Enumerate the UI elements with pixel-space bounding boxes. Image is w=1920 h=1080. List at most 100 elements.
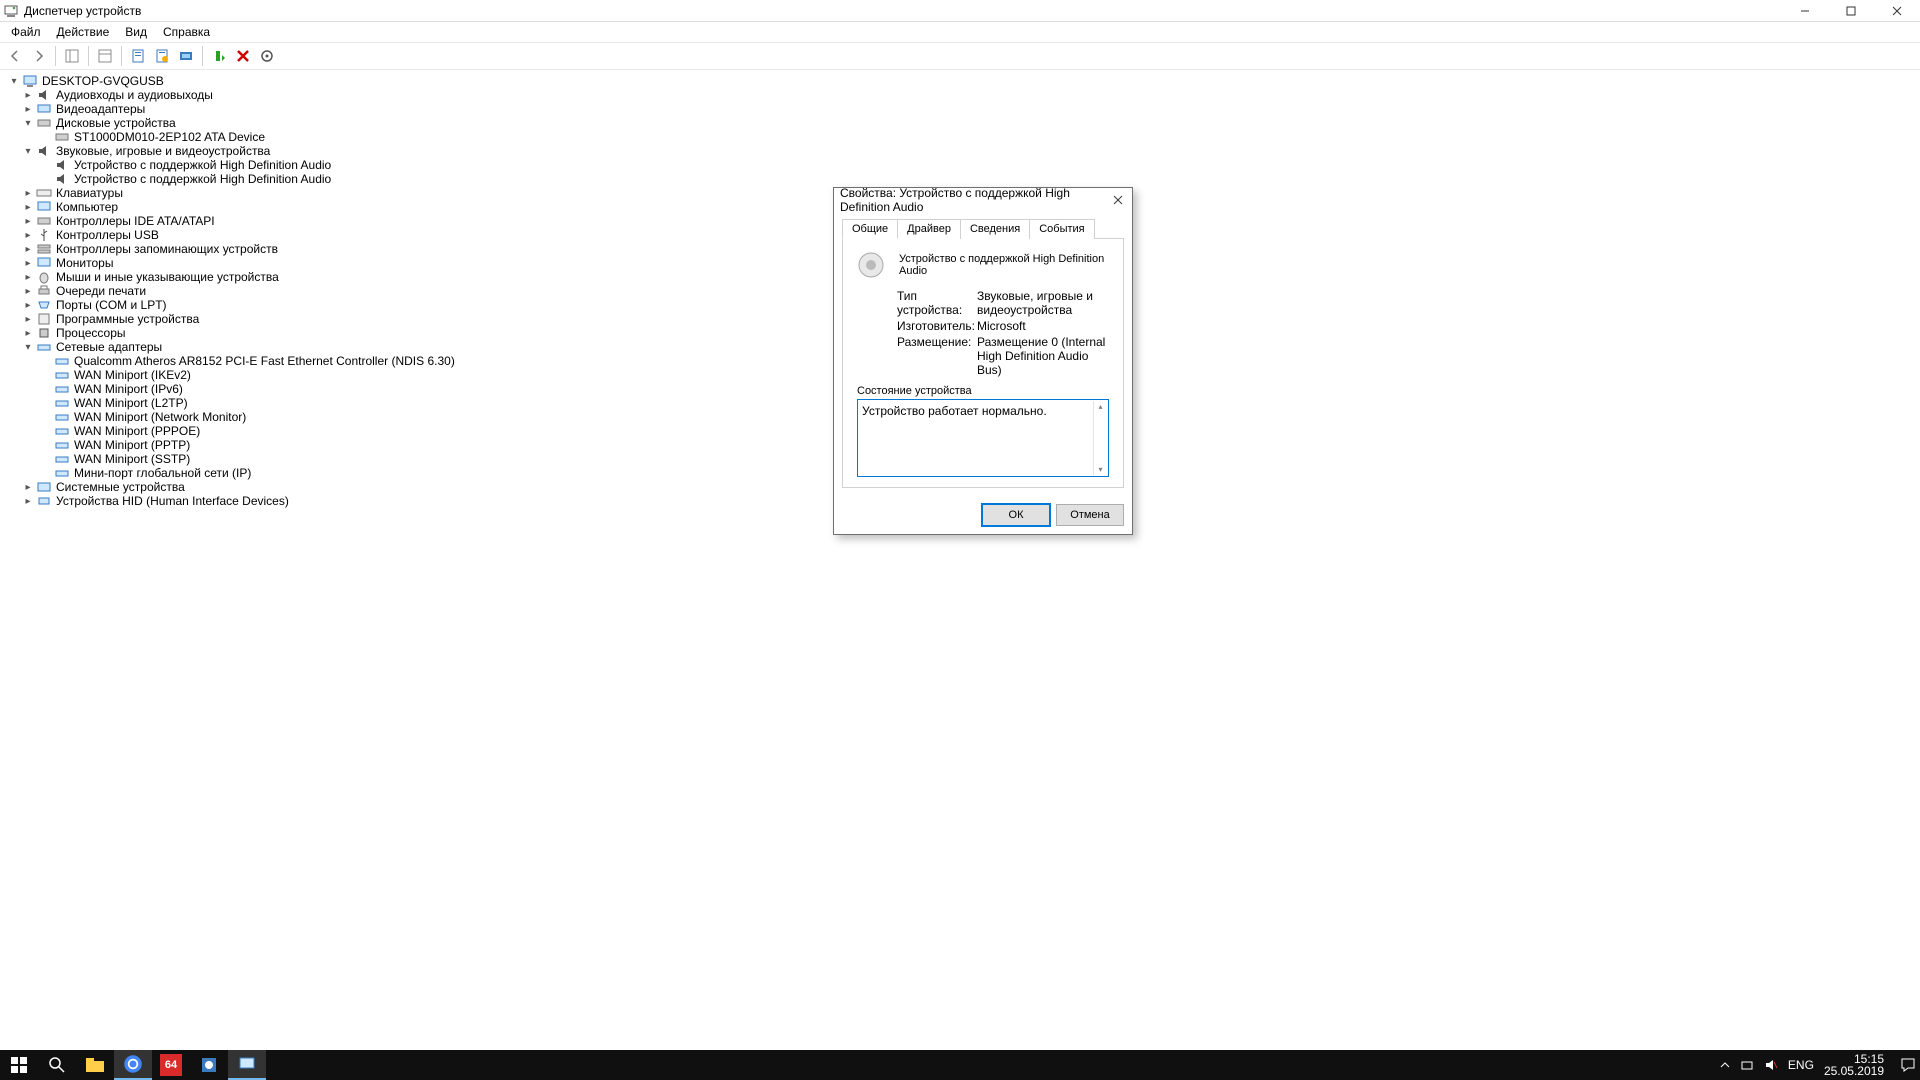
uninstall-device-button[interactable]: [232, 45, 254, 67]
tree-label: Дисковые устройства: [56, 116, 176, 130]
dialog-close-button[interactable]: [1109, 190, 1126, 210]
menu-action[interactable]: Действие: [50, 24, 117, 40]
tray-chevron-icon[interactable]: [1720, 1060, 1730, 1070]
task-explorer[interactable]: [76, 1050, 114, 1080]
close-button[interactable]: [1874, 0, 1920, 22]
tree-label: Программные устройства: [56, 312, 199, 326]
tree-label: Мониторы: [56, 256, 113, 270]
clock[interactable]: 15:15 25.05.2019: [1824, 1053, 1890, 1077]
show-hide-tree-button[interactable]: [61, 45, 83, 67]
chevron-right-icon[interactable]: [22, 257, 34, 269]
status-group-label: Состояние устройства: [857, 385, 1109, 397]
chevron-down-icon[interactable]: [22, 117, 34, 129]
taskbar[interactable]: 64 ENG 15:15 25.05.2019: [0, 1050, 1920, 1080]
window-titlebar: Диспетчер устройств: [0, 0, 1920, 22]
tree-label: Системные устройства: [56, 480, 185, 494]
task-device-manager[interactable]: [228, 1050, 266, 1080]
tree-item-sound-1[interactable]: Устройство с поддержкой High Definition …: [4, 158, 1920, 172]
type-value: Звуковые, игровые и видеоустройства: [977, 289, 1109, 317]
cancel-button[interactable]: Отмена: [1056, 504, 1124, 526]
tree-item-disk[interactable]: ST1000DM010-2EP102 ATA Device: [4, 130, 1920, 144]
tree-label: WAN Miniport (SSTP): [74, 452, 190, 466]
scroll-up-icon[interactable]: ▴: [1098, 402, 1102, 411]
chevron-right-icon[interactable]: [22, 215, 34, 227]
forward-button[interactable]: [28, 45, 50, 67]
chevron-right-icon[interactable]: [22, 285, 34, 297]
tree-label: Клавиатуры: [56, 186, 123, 200]
tab-driver[interactable]: Драйвер: [897, 219, 961, 239]
tree-label: WAN Miniport (PPPOE): [74, 424, 200, 438]
tree-label: WAN Miniport (IKEv2): [74, 368, 191, 382]
tree-label: Устройства HID (Human Interface Devices): [56, 494, 289, 508]
start-button[interactable]: [0, 1050, 38, 1080]
tree-label: WAN Miniport (L2TP): [74, 396, 188, 410]
chevron-down-icon[interactable]: [22, 145, 34, 157]
tree-label: Очереди печати: [56, 284, 146, 298]
network-icon[interactable]: [1740, 1058, 1754, 1072]
toolbar-icon-1[interactable]: [94, 45, 116, 67]
speaker-icon: [857, 251, 885, 279]
tree-item-sound-2[interactable]: Устройство с поддержкой High Definition …: [4, 172, 1920, 186]
tree-label: Процессоры: [56, 326, 126, 340]
chevron-down-icon[interactable]: [22, 341, 34, 353]
update-driver-button[interactable]: [256, 45, 278, 67]
chevron-right-icon[interactable]: [22, 89, 34, 101]
hid-icon: [36, 493, 52, 509]
enable-device-button[interactable]: [208, 45, 230, 67]
chevron-right-icon[interactable]: [22, 243, 34, 255]
tab-details[interactable]: Сведения: [960, 219, 1030, 239]
tree-cat-video[interactable]: Видеоадаптеры: [4, 102, 1920, 116]
minimize-button[interactable]: [1782, 0, 1828, 22]
status-textbox[interactable]: Устройство работает нормально. ▴▾: [857, 399, 1109, 477]
dialog-titlebar[interactable]: Свойства: Устройство с поддержкой High D…: [834, 188, 1132, 212]
tab-events[interactable]: События: [1029, 219, 1094, 239]
task-app-1[interactable]: [190, 1050, 228, 1080]
back-button[interactable]: [4, 45, 26, 67]
sound-icon: [54, 171, 70, 187]
volume-icon[interactable]: [1764, 1058, 1778, 1072]
search-button[interactable]: [38, 1050, 76, 1080]
tree-label: WAN Miniport (IPv6): [74, 382, 183, 396]
toolbar-icon-2[interactable]: [151, 45, 173, 67]
chevron-right-icon[interactable]: [22, 299, 34, 311]
properties-button[interactable]: [127, 45, 149, 67]
scan-hardware-button[interactable]: [175, 45, 197, 67]
chevron-right-icon[interactable]: [22, 201, 34, 213]
system-tray[interactable]: ENG 15:15 25.05.2019: [1720, 1053, 1920, 1077]
chevron-right-icon[interactable]: [22, 495, 34, 507]
menu-file[interactable]: Файл: [4, 24, 48, 40]
tree-label: Звуковые, игровые и видеоустройства: [56, 144, 270, 158]
tree-cat-disk[interactable]: Дисковые устройства: [4, 116, 1920, 130]
tree-root[interactable]: DESKTOP-GVQGUSB: [4, 74, 1920, 88]
action-center-icon[interactable]: [1900, 1057, 1916, 1073]
tree-cat-audio[interactable]: Аудиовходы и аудиовыходы: [4, 88, 1920, 102]
chevron-right-icon[interactable]: [22, 103, 34, 115]
menu-view[interactable]: Вид: [118, 24, 154, 40]
tab-general[interactable]: Общие: [842, 219, 898, 239]
chevron-right-icon[interactable]: [22, 187, 34, 199]
task-aida64[interactable]: 64: [152, 1050, 190, 1080]
chevron-right-icon[interactable]: [22, 229, 34, 241]
task-chrome[interactable]: [114, 1050, 152, 1080]
chevron-right-icon[interactable]: [22, 271, 34, 283]
chevron-right-icon[interactable]: [22, 327, 34, 339]
disk-icon: [36, 115, 52, 131]
ok-button[interactable]: ОК: [982, 504, 1050, 526]
menu-help[interactable]: Справка: [156, 24, 217, 40]
scroll-down-icon[interactable]: ▾: [1098, 465, 1102, 474]
tree-cat-sound[interactable]: Звуковые, игровые и видеоустройства: [4, 144, 1920, 158]
status-text: Устройство работает нормально.: [862, 404, 1047, 418]
scrollbar[interactable]: ▴▾: [1093, 401, 1107, 475]
tree-label: WAN Miniport (Network Monitor): [74, 410, 246, 424]
tree-label: Сетевые адаптеры: [56, 340, 162, 354]
language-indicator[interactable]: ENG: [1788, 1058, 1814, 1072]
tab-panel-general: Устройство с поддержкой High Definition …: [842, 238, 1124, 488]
clock-date: 25.05.2019: [1824, 1065, 1884, 1077]
maximize-button[interactable]: [1828, 0, 1874, 22]
chevron-down-icon[interactable]: [8, 75, 20, 87]
tree-label: WAN Miniport (PPTP): [74, 438, 190, 452]
dialog-title: Свойства: Устройство с поддержкой High D…: [840, 186, 1109, 214]
chevron-right-icon[interactable]: [22, 481, 34, 493]
chevron-right-icon[interactable]: [22, 313, 34, 325]
tree-label: Контроллеры IDE ATA/ATAPI: [56, 214, 215, 228]
